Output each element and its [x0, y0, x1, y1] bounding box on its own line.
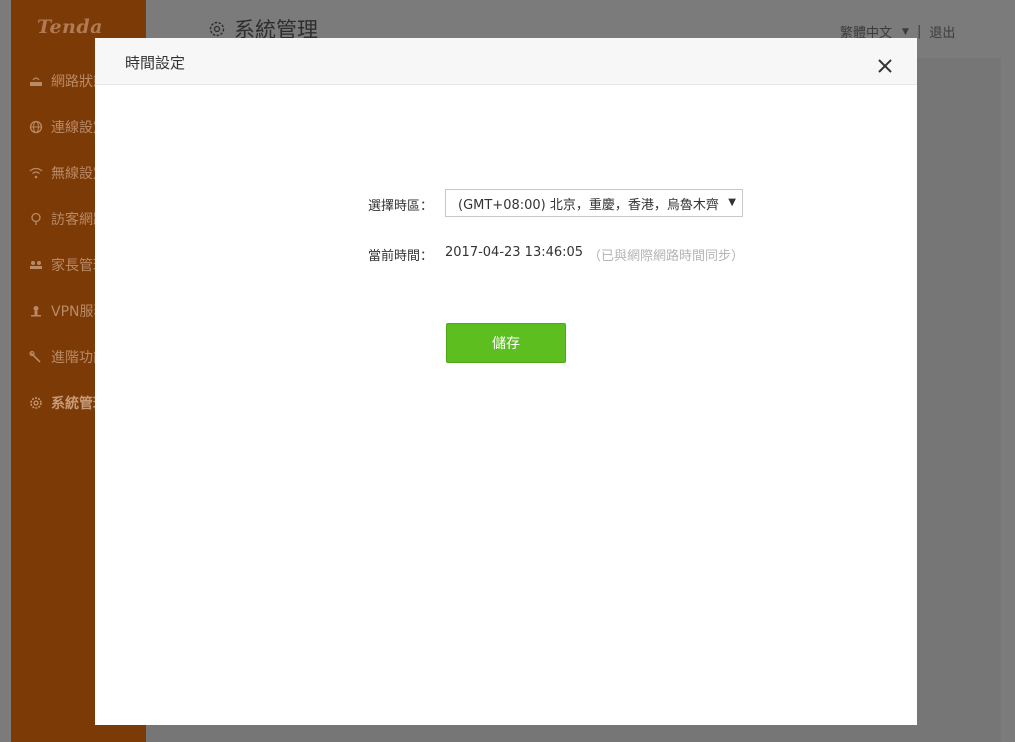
globe-icon — [29, 120, 43, 134]
timezone-label: 選擇時區： — [367, 199, 433, 214]
time-settings-dialog: 時間設定 選擇時區： (GMT+08:00) 北京，重慶，香港，烏魯木齊 ▼ 當… — [95, 38, 917, 725]
timezone-value: (GMT+08:00) 北京，重慶，香港，烏魯木齊 — [458, 197, 719, 213]
dropdown-arrow-icon: ▼ — [728, 197, 736, 208]
family-icon — [29, 258, 43, 272]
guest-icon — [29, 212, 43, 226]
page-edge — [1001, 0, 1015, 742]
sync-status-note: （已與網際網路時間同步） — [588, 249, 745, 264]
dialog-title: 時間設定 — [125, 54, 186, 72]
router-icon — [29, 74, 43, 88]
wrench-icon — [29, 350, 43, 364]
current-time-value: 2017-04-23 13:46:05 — [445, 245, 584, 260]
save-button[interactable]: 儲存 — [446, 323, 566, 363]
header-separator: | — [916, 24, 922, 39]
current-time-label: 當前時間： — [367, 249, 433, 264]
tenda-logo: Tenda — [37, 16, 103, 38]
logout-link[interactable]: 退出 — [929, 22, 955, 41]
chevron-down-icon[interactable]: ▼ — [902, 27, 909, 37]
gear-icon — [208, 20, 226, 38]
vpn-icon — [29, 304, 43, 318]
close-icon — [878, 59, 892, 73]
close-button[interactable] — [875, 56, 895, 76]
dialog-header: 時間設定 — [95, 38, 917, 85]
timezone-select[interactable]: (GMT+08:00) 北京，重慶，香港，烏魯木齊 ▼ — [445, 189, 743, 217]
gear-icon — [29, 396, 43, 410]
wifi-icon — [29, 166, 43, 180]
